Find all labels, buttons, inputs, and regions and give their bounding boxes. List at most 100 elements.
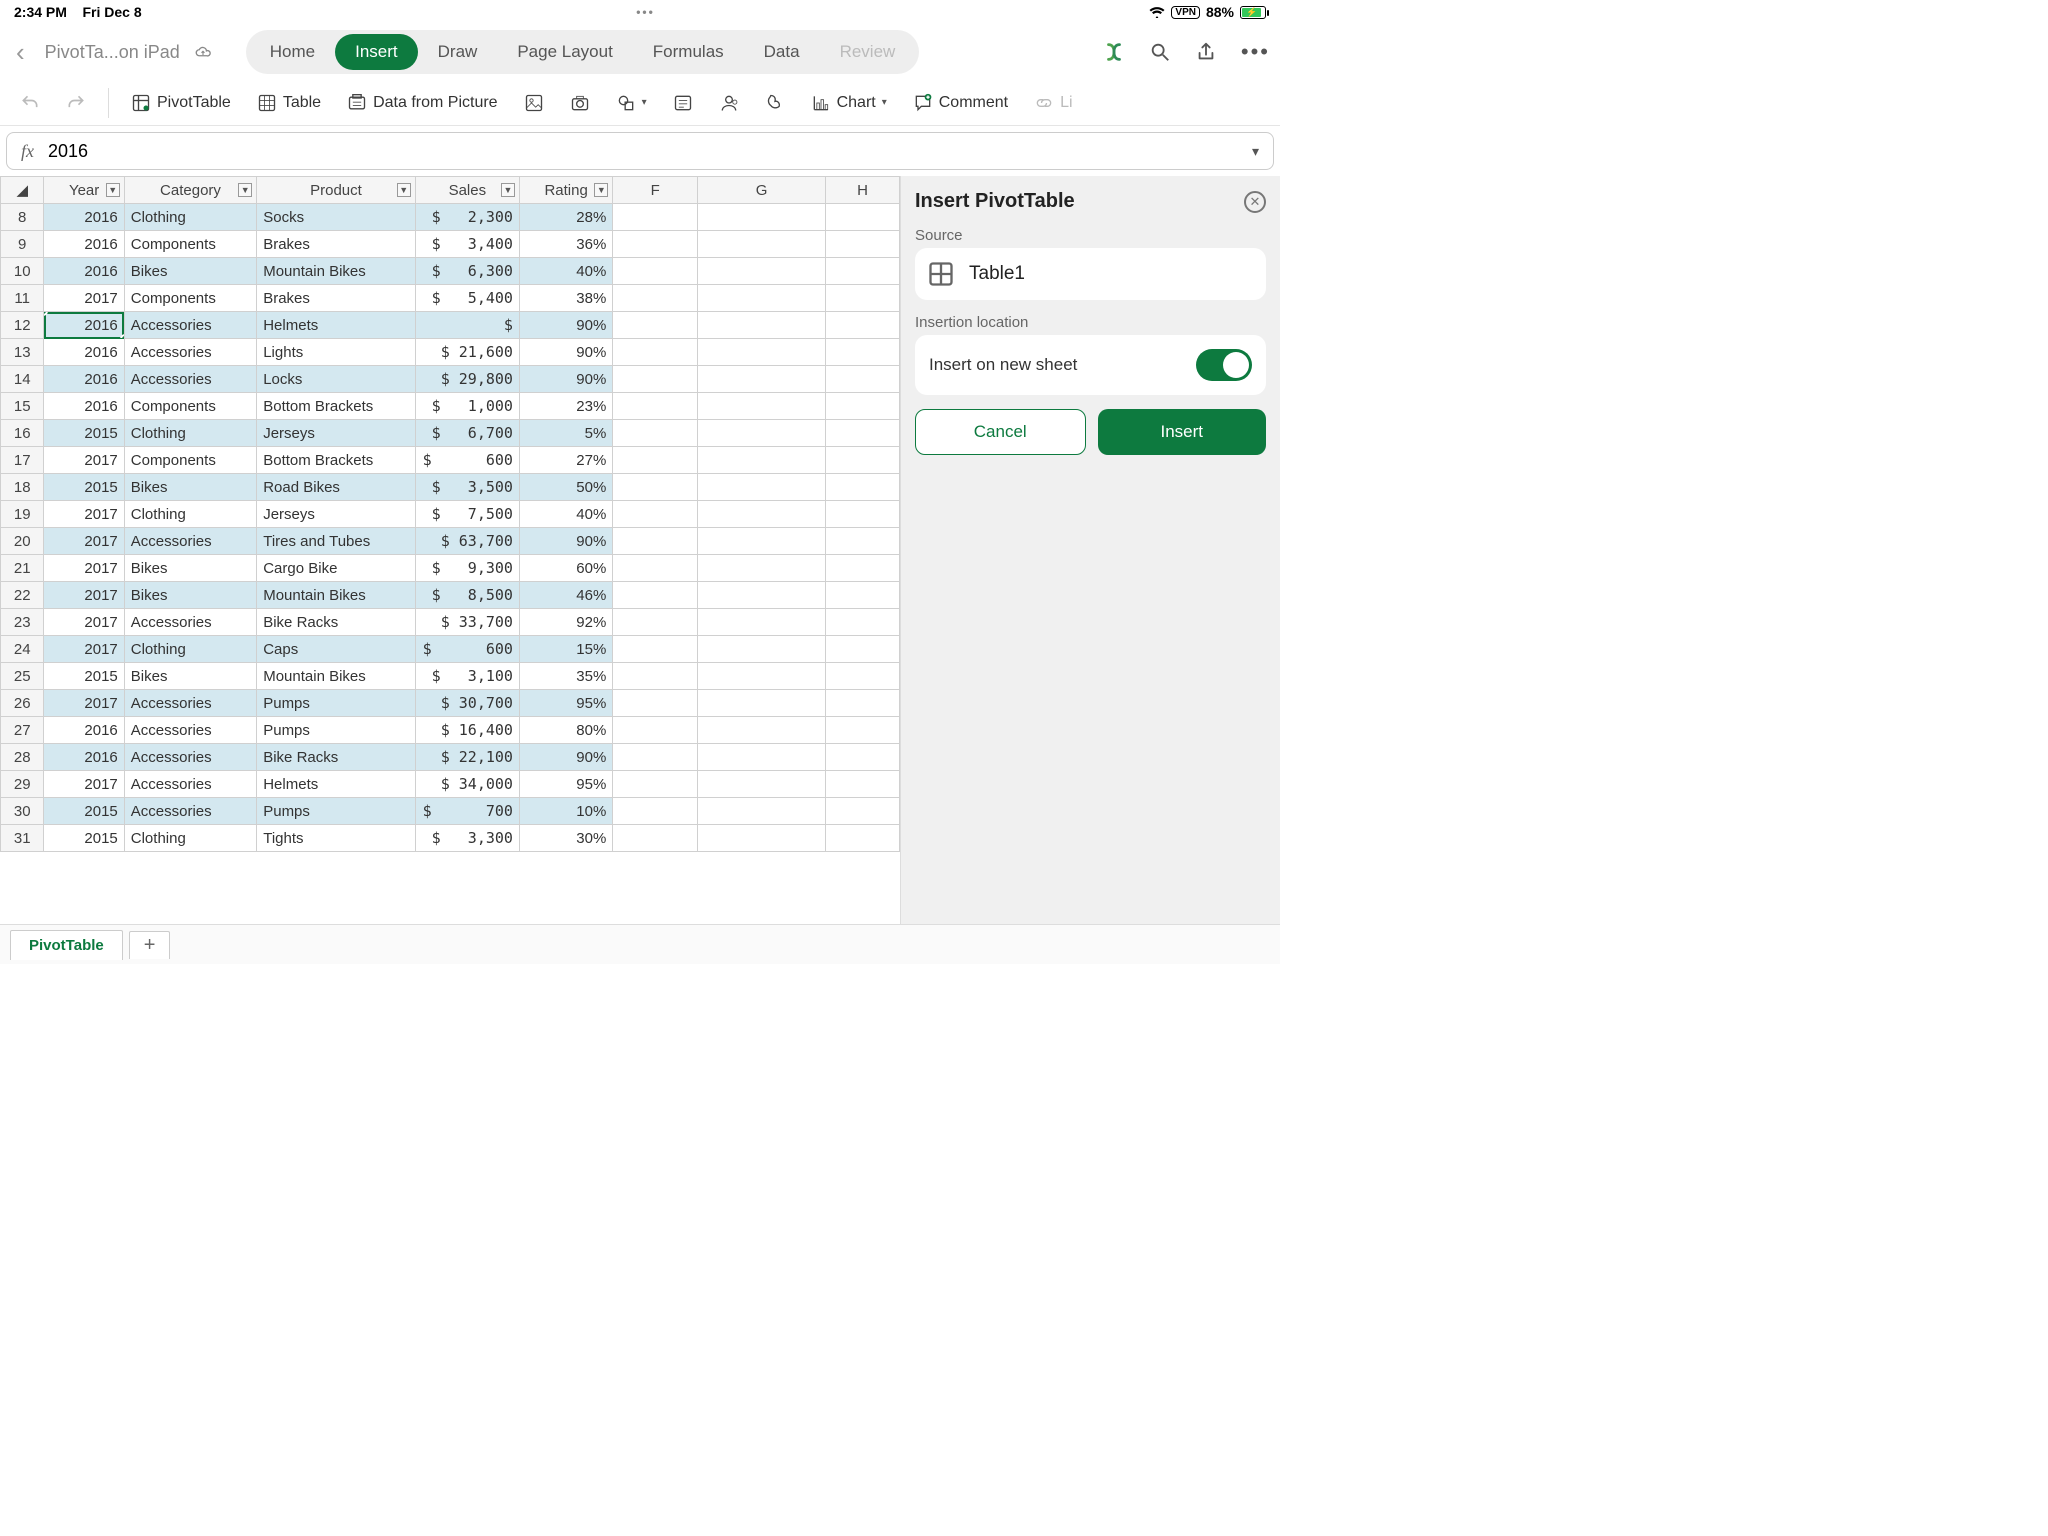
cell-sales[interactable]: $ 6,300 [415, 258, 519, 285]
table-row[interactable]: 152016ComponentsBottom Brackets$ 1,00023… [1, 393, 900, 420]
multitask-dots[interactable]: ••• [142, 5, 1150, 19]
cell-empty[interactable] [826, 771, 900, 798]
cell-category[interactable]: Clothing [124, 636, 256, 663]
cell-product[interactable]: Caps [257, 636, 416, 663]
row-header[interactable]: 18 [1, 474, 44, 501]
row-header[interactable]: 15 [1, 393, 44, 420]
back-button[interactable]: ‹ [10, 37, 31, 68]
cell-empty[interactable] [826, 393, 900, 420]
header-product[interactable]: Product▼ [257, 177, 416, 204]
share-icon[interactable] [1195, 41, 1217, 63]
cell-empty[interactable] [698, 312, 826, 339]
cell-rating[interactable]: 50% [519, 474, 612, 501]
table-row[interactable]: 232017AccessoriesBike Racks$ 33,70092% [1, 609, 900, 636]
cell-empty[interactable] [698, 798, 826, 825]
cell-year[interactable]: 2015 [44, 474, 124, 501]
row-header[interactable]: 27 [1, 717, 44, 744]
tab-home[interactable]: Home [250, 34, 335, 70]
cell-empty[interactable] [698, 744, 826, 771]
cell-rating[interactable]: 35% [519, 663, 612, 690]
cell-category[interactable]: Bikes [124, 258, 256, 285]
cell-product[interactable]: Locks [257, 366, 416, 393]
tab-draw[interactable]: Draw [418, 34, 498, 70]
more-icon[interactable]: ••• [1241, 39, 1270, 65]
cell-sales[interactable]: $ 8,500 [415, 582, 519, 609]
row-header[interactable]: 26 [1, 690, 44, 717]
cell-empty[interactable] [698, 204, 826, 231]
cell-rating[interactable]: 95% [519, 771, 612, 798]
cell-empty[interactable] [698, 582, 826, 609]
table-row[interactable]: 132016AccessoriesLights$ 21,60090% [1, 339, 900, 366]
row-header[interactable]: 29 [1, 771, 44, 798]
cell-empty[interactable] [613, 474, 698, 501]
cell-sales[interactable]: $ 3,100 [415, 663, 519, 690]
formula-bar[interactable]: fx 2016 ▾ [6, 132, 1274, 170]
cell-empty[interactable] [613, 312, 698, 339]
header-sales[interactable]: Sales▼ [415, 177, 519, 204]
cell-empty[interactable] [613, 663, 698, 690]
cell-year[interactable]: 2016 [44, 258, 124, 285]
row-header[interactable]: 13 [1, 339, 44, 366]
select-all-corner[interactable]: ◢ [1, 177, 44, 204]
cell-empty[interactable] [613, 231, 698, 258]
cell-product[interactable]: Pumps [257, 717, 416, 744]
cell-empty[interactable] [698, 366, 826, 393]
people-button[interactable] [709, 87, 749, 119]
cell-empty[interactable] [826, 555, 900, 582]
cell-category[interactable]: Accessories [124, 339, 256, 366]
cell-category[interactable]: Accessories [124, 528, 256, 555]
table-row[interactable]: 202017AccessoriesTires and Tubes$ 63,700… [1, 528, 900, 555]
cell-empty[interactable] [826, 204, 900, 231]
cell-empty[interactable] [698, 501, 826, 528]
row-header[interactable]: 12 [1, 312, 44, 339]
cell-empty[interactable] [826, 231, 900, 258]
row-header[interactable]: 17 [1, 447, 44, 474]
textbox-button[interactable] [663, 87, 703, 119]
cell-empty[interactable] [826, 312, 900, 339]
cell-category[interactable]: Clothing [124, 204, 256, 231]
cell-empty[interactable] [613, 501, 698, 528]
link-button[interactable]: Li [1024, 87, 1082, 119]
cell-empty[interactable] [698, 717, 826, 744]
cell-rating[interactable]: 23% [519, 393, 612, 420]
cell-empty[interactable] [613, 366, 698, 393]
cell-empty[interactable] [613, 528, 698, 555]
cell-empty[interactable] [698, 528, 826, 555]
cell-year[interactable]: 2015 [44, 420, 124, 447]
cell-rating[interactable]: 5% [519, 420, 612, 447]
cell-category[interactable]: Bikes [124, 555, 256, 582]
cell-category[interactable]: Accessories [124, 798, 256, 825]
cell-year[interactable]: 2017 [44, 285, 124, 312]
cell-empty[interactable] [826, 501, 900, 528]
cell-sales[interactable]: $ 2,300 [415, 204, 519, 231]
row-header[interactable]: 31 [1, 825, 44, 852]
cell-empty[interactable] [613, 420, 698, 447]
cloud-sync-icon[interactable] [194, 43, 212, 61]
table-row[interactable]: 212017BikesCargo Bike$ 9,30060% [1, 555, 900, 582]
cell-category[interactable]: Accessories [124, 690, 256, 717]
cell-sales[interactable]: $ 9,300 [415, 555, 519, 582]
cell-sales[interactable]: $ 21,600 [415, 339, 519, 366]
cell-empty[interactable] [613, 717, 698, 744]
cell-year[interactable]: 2016 [44, 312, 124, 339]
cell-empty[interactable] [613, 744, 698, 771]
row-header[interactable]: 10 [1, 258, 44, 285]
cell-empty[interactable] [698, 393, 826, 420]
row-header[interactable]: 11 [1, 285, 44, 312]
cell-rating[interactable]: 80% [519, 717, 612, 744]
cell-empty[interactable] [613, 636, 698, 663]
cell-sales[interactable]: $ [415, 312, 519, 339]
add-sheet-button[interactable]: + [129, 931, 171, 959]
cell-rating[interactable]: 60% [519, 555, 612, 582]
cell-rating[interactable]: 36% [519, 231, 612, 258]
table-button[interactable]: Table [247, 87, 331, 119]
table-row[interactable]: 252015BikesMountain Bikes$ 3,10035% [1, 663, 900, 690]
cell-empty[interactable] [613, 258, 698, 285]
tab-page-layout[interactable]: Page Layout [497, 34, 632, 70]
table-row[interactable]: 112017ComponentsBrakes$ 5,40038% [1, 285, 900, 312]
cell-sales[interactable]: $ 3,400 [415, 231, 519, 258]
cell-category[interactable]: Accessories [124, 744, 256, 771]
cell-empty[interactable] [826, 690, 900, 717]
cell-category[interactable]: Bikes [124, 663, 256, 690]
cell-category[interactable]: Accessories [124, 366, 256, 393]
